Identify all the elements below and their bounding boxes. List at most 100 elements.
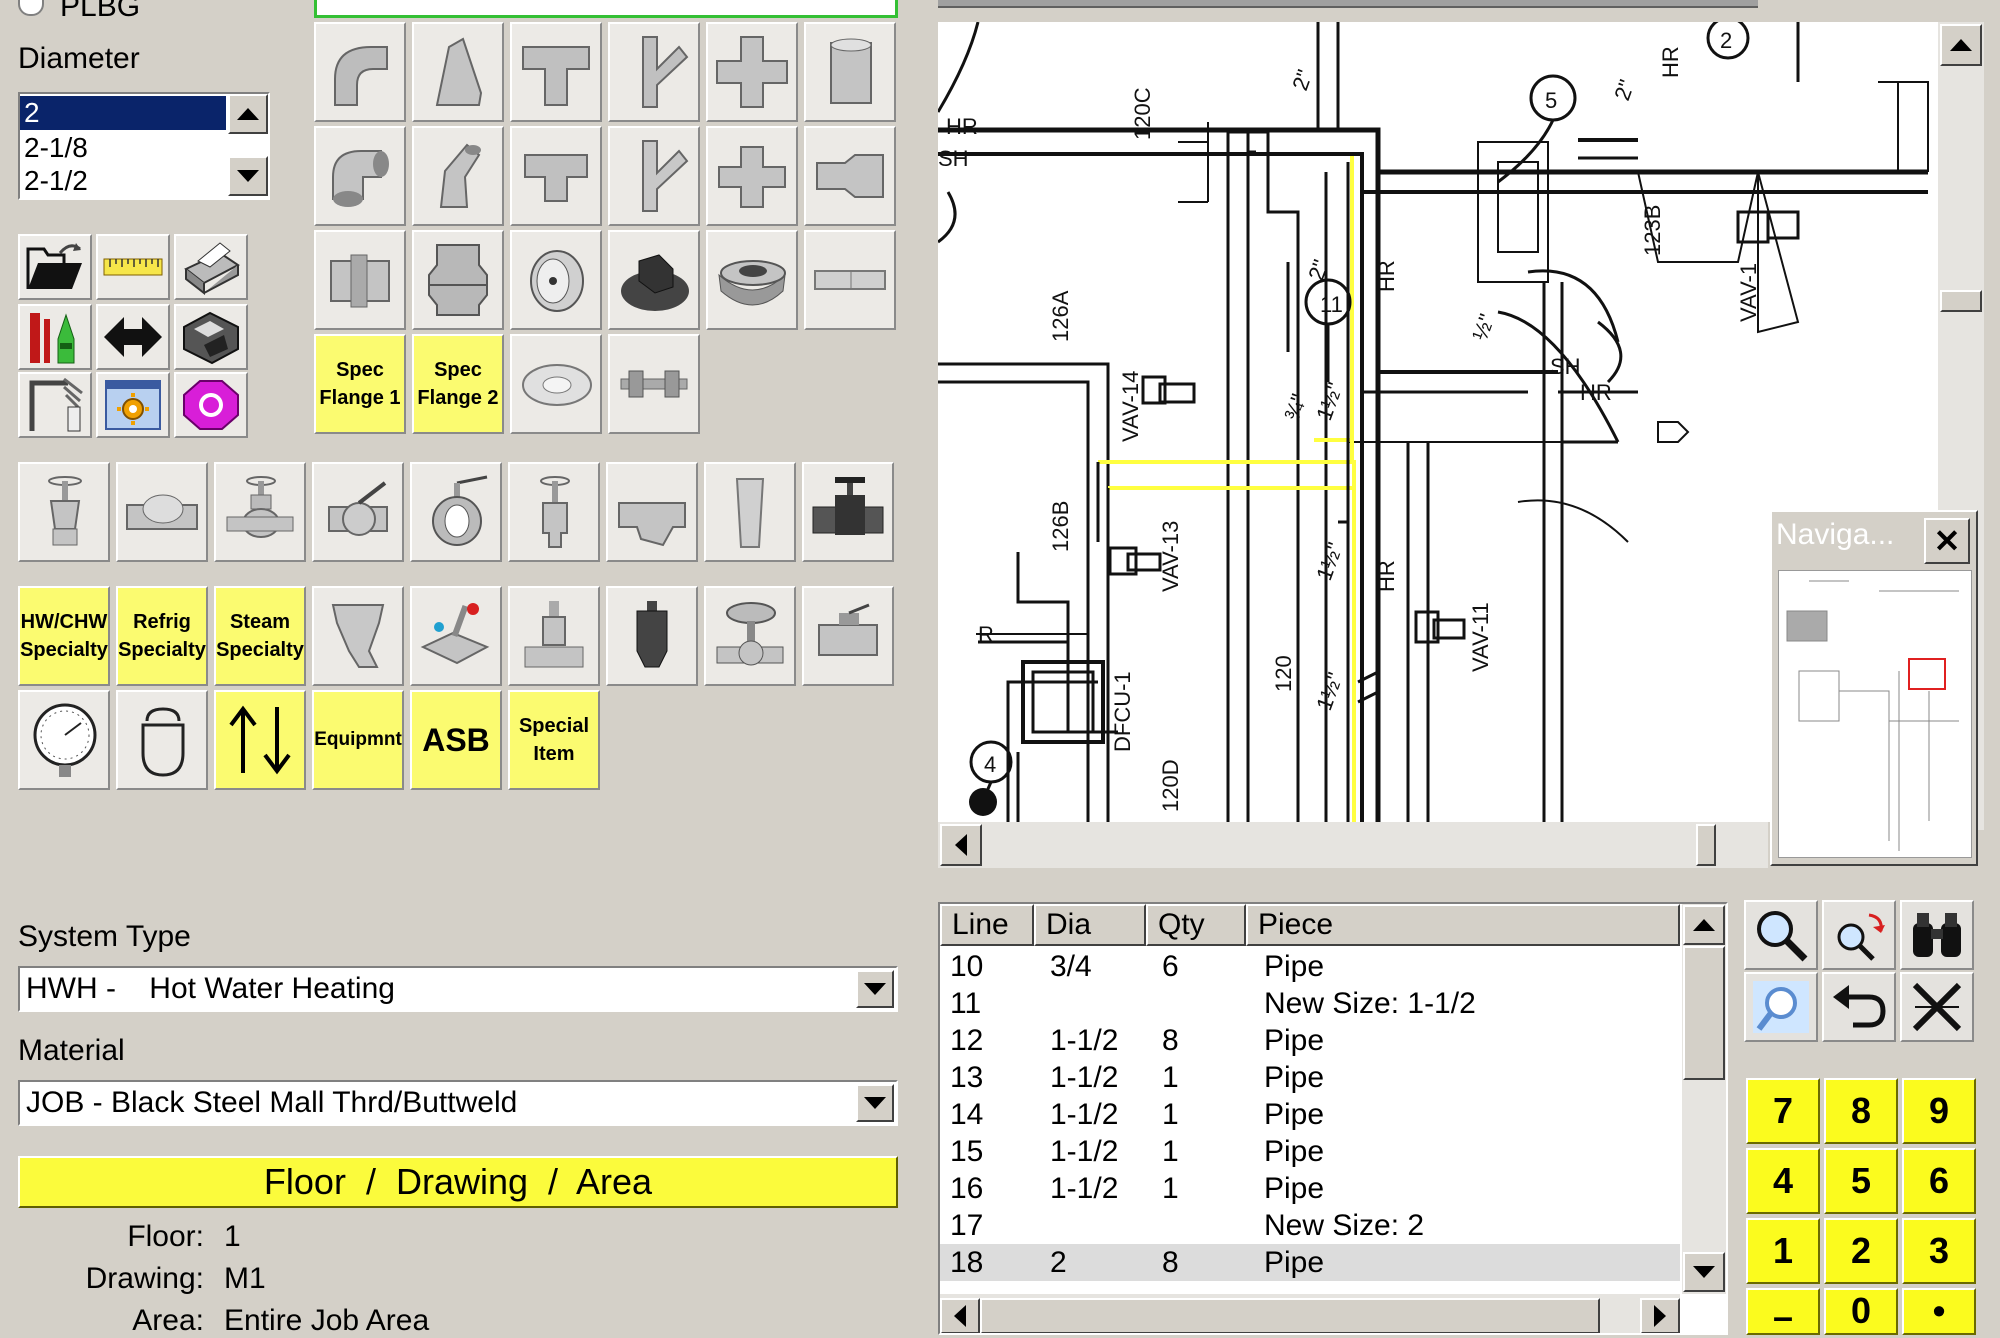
spec-flange-2-tile[interactable]: Spec Flange 2	[412, 334, 504, 434]
hanger-tile[interactable]	[116, 690, 208, 790]
reducer-tile[interactable]	[804, 126, 896, 226]
diameter-option[interactable]: 2-1/2	[20, 166, 226, 200]
gate-valve-tile[interactable]	[18, 462, 110, 562]
keypad-1[interactable]: 1	[1746, 1218, 1820, 1284]
keypad-5[interactable]: 5	[1824, 1148, 1898, 1214]
keypad-8[interactable]: 8	[1824, 1078, 1898, 1144]
union-tile[interactable]	[412, 230, 504, 330]
check-valve-tile[interactable]	[116, 462, 208, 562]
column-header-dia[interactable]: Dia	[1034, 904, 1146, 946]
plug-tile[interactable]	[608, 230, 700, 330]
scroll-thumb[interactable]	[1683, 946, 1725, 1080]
open-drawing-button[interactable]	[18, 234, 92, 300]
keypad-4[interactable]: 4	[1746, 1148, 1820, 1214]
settings-button[interactable]	[96, 372, 170, 438]
keypad-0[interactable]: 0	[1824, 1288, 1898, 1335]
navigator-close-button[interactable]: ✕	[1924, 518, 1970, 564]
pipe-tool-button[interactable]	[18, 372, 92, 438]
equipment-tile[interactable]: Equipmnt	[312, 690, 404, 790]
material-select[interactable]: JOB - Black Steel Mall Thrd/Buttweld	[18, 1080, 898, 1126]
stop-button[interactable]	[174, 372, 248, 438]
diameter-option[interactable]: 2	[20, 96, 226, 130]
threaded-tee-tile[interactable]	[510, 126, 602, 226]
table-row[interactable]: 14 1-1/2 1 Pipe	[940, 1096, 1680, 1133]
drawing-horizontal-scrollbar[interactable]	[938, 822, 1768, 868]
table-row[interactable]: 15 1-1/2 1 Pipe	[940, 1133, 1680, 1170]
keypad-6[interactable]: 6	[1902, 1148, 1976, 1214]
wye-tile[interactable]	[608, 22, 700, 122]
pipe-runs-button[interactable]	[18, 304, 92, 370]
scroll-up-button[interactable]	[1683, 905, 1725, 945]
find-button[interactable]	[1900, 900, 1974, 970]
navigator-window[interactable]: Naviga... ✕	[1770, 510, 1978, 866]
scroll-left-button[interactable]	[940, 1298, 980, 1333]
steam-specialty-tile[interactable]: Steam Specialty	[214, 586, 306, 686]
takeoff-vertical-scrollbar[interactable]	[1682, 904, 1726, 1294]
zoom-refresh-button[interactable]	[1822, 900, 1896, 970]
zoom-in-button[interactable]	[1744, 900, 1818, 970]
scroll-thumb[interactable]	[1696, 824, 1716, 866]
refrig-specialty-tile[interactable]: Refrig Specialty	[116, 586, 208, 686]
diameter-option[interactable]: 2-1/8	[20, 131, 226, 165]
keypad-minus[interactable]: –	[1746, 1288, 1820, 1337]
table-row[interactable]: 13 1-1/2 1 Pipe	[940, 1059, 1680, 1096]
floor-drawing-area-button[interactable]: Floor / Drawing / Area	[18, 1156, 898, 1208]
hw-chw-specialty-tile[interactable]: HW/CHW Specialty	[18, 586, 110, 686]
bolt-set-tile[interactable]	[608, 334, 700, 434]
table-row[interactable]: 11 New Size: 1-1/2	[940, 985, 1680, 1022]
stretch-button[interactable]	[96, 304, 170, 370]
gasket-tile[interactable]	[510, 334, 602, 434]
angle-valve-tile[interactable]	[508, 462, 600, 562]
keypad-7[interactable]: 7	[1746, 1078, 1820, 1144]
steam-trap-tile[interactable]	[606, 586, 698, 686]
table-row[interactable]: 17 New Size: 2	[940, 1207, 1680, 1244]
spec-flange-1-tile[interactable]: Spec Flange 1	[314, 334, 406, 434]
y-strainer-tile[interactable]	[312, 586, 404, 686]
keypad-9[interactable]: 9	[1902, 1078, 1976, 1144]
special-item-tile[interactable]: Special Item	[508, 690, 600, 790]
butterfly-valve-tile[interactable]	[410, 462, 502, 562]
coupling-tile[interactable]	[804, 22, 896, 122]
scroll-right-button[interactable]	[1640, 1298, 1680, 1333]
plug-valve-tile[interactable]	[802, 462, 894, 562]
ball-valve-2-tile[interactable]	[802, 586, 894, 686]
prv-tile[interactable]	[508, 586, 600, 686]
ball-valve-tile[interactable]	[312, 462, 404, 562]
threaded-cross-tile[interactable]	[706, 126, 798, 226]
pressure-gauge-tile[interactable]	[18, 690, 110, 790]
weldolet-tile[interactable]	[706, 230, 798, 330]
keypad-3[interactable]: 3	[1902, 1218, 1976, 1284]
scroll-up-button[interactable]	[1940, 24, 1982, 66]
material-dropdown-button[interactable]	[856, 1084, 894, 1122]
diameter-scroll-up[interactable]	[228, 94, 268, 134]
zoom-window-button[interactable]	[1744, 972, 1818, 1042]
cross-tile[interactable]	[706, 22, 798, 122]
tee-tile[interactable]	[510, 22, 602, 122]
navigator-preview[interactable]	[1778, 570, 1972, 858]
keypad-decimal[interactable]: •	[1902, 1288, 1976, 1335]
control-valve-tile[interactable]	[704, 586, 796, 686]
table-row[interactable]: 16 1-1/2 1 Pipe	[940, 1170, 1680, 1207]
asb-tile[interactable]: ASB	[410, 690, 502, 790]
takeoff-list[interactable]: Line Dia Qty Piece 10 3/4 6 Pipe 11 New Size:…	[938, 902, 1728, 1335]
threaded-wye-tile[interactable]	[608, 126, 700, 226]
plbg-radio[interactable]	[18, 0, 44, 16]
column-header-piece[interactable]: Piece	[1246, 904, 1680, 946]
diameter-scroll-down[interactable]	[228, 156, 268, 196]
threaded-elbow-tile[interactable]	[314, 126, 406, 226]
riser-tile[interactable]	[214, 690, 306, 790]
cap-tile[interactable]	[510, 230, 602, 330]
print-button[interactable]	[174, 234, 248, 300]
strainer-valve-tile[interactable]	[606, 462, 698, 562]
threaded-45-tile[interactable]	[412, 126, 504, 226]
globe-valve-tile[interactable]	[214, 462, 306, 562]
scroll-thumb[interactable]	[1940, 290, 1982, 312]
keypad-2[interactable]: 2	[1824, 1218, 1898, 1284]
column-header-line[interactable]: Line	[940, 904, 1034, 946]
scroll-down-button[interactable]	[1683, 1252, 1725, 1292]
nipple-tile[interactable]	[314, 230, 406, 330]
pipe-section-tile[interactable]	[804, 230, 896, 330]
expansion-tile[interactable]	[704, 462, 796, 562]
elbow-90-tile[interactable]	[314, 22, 406, 122]
scroll-thumb[interactable]	[980, 1298, 1600, 1333]
